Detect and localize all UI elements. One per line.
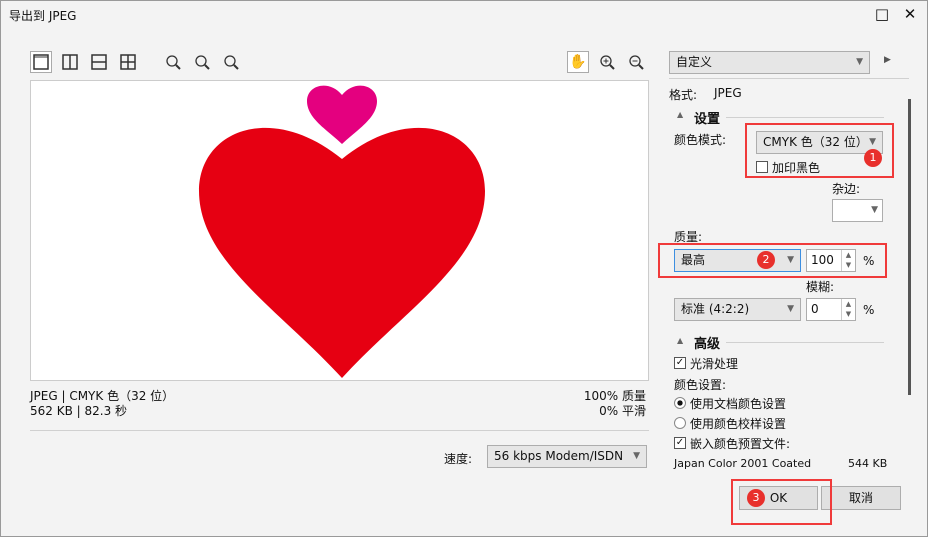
speed-dropdown[interactable]: 56 kbps Modem/ISDN ▼ <box>487 445 647 468</box>
smoothing-checkbox[interactable]: ✓ <box>674 357 686 369</box>
maximize-button[interactable]: □ <box>871 3 893 25</box>
collapse-advanced-icon[interactable]: ▲ <box>677 336 683 345</box>
zoom-1to1-icon[interactable] <box>191 51 213 73</box>
blur-percent: % <box>863 303 875 317</box>
annotation-box-3 <box>731 479 832 525</box>
subsampling-dropdown[interactable]: 标准 (4:2:2) ▼ <box>674 298 801 321</box>
single-view-icon[interactable] <box>30 51 52 73</box>
annotation-badge-2: 2 <box>757 251 775 269</box>
scrollbar[interactable] <box>908 99 911 395</box>
zoom-out-icon[interactable] <box>625 51 647 73</box>
window-title: 导出到 JPEG <box>9 9 77 23</box>
zoom-fit-icon[interactable] <box>162 51 184 73</box>
embed-profile-label: 嵌入颜色预置文件: <box>690 437 791 451</box>
profile-name: Japan Color 2001 Coated <box>674 457 812 470</box>
preset-dropdown[interactable]: 自定义 ▼ <box>669 51 870 74</box>
annotation-badge-3: 3 <box>747 489 765 507</box>
annotation-badge-1: 1 <box>864 149 882 167</box>
image-preview[interactable] <box>30 80 649 381</box>
use-proof-radio[interactable] <box>674 417 686 429</box>
pink-heart <box>307 85 377 144</box>
quad-view-icon[interactable] <box>117 51 139 73</box>
status-size-time: 562 KB | 82.3 秒 <box>30 404 128 418</box>
matte-color-picker[interactable]: ▼ <box>832 199 883 222</box>
blur-label: 模糊: <box>806 280 835 294</box>
profile-size: 544 KB <box>848 457 888 470</box>
settings-header: 设置 <box>694 112 721 127</box>
blur-value-input[interactable]: 0 ▲ ▼ <box>806 298 856 321</box>
expand-arrow-icon[interactable]: ▶ <box>884 55 891 65</box>
cancel-button[interactable]: 取消 <box>821 486 901 510</box>
pan-hand-icon[interactable]: ✋ <box>567 51 589 73</box>
color-settings-label: 颜色设置: <box>674 378 727 392</box>
use-document-label: 使用文档颜色设置 <box>690 397 787 411</box>
split-vertical-icon[interactable] <box>59 51 81 73</box>
zoom-in-icon[interactable] <box>596 51 618 73</box>
color-mode-label: 颜色模式: <box>674 133 727 147</box>
use-document-radio[interactable] <box>674 397 686 409</box>
embed-profile-checkbox[interactable]: ✓ <box>674 437 686 449</box>
zoom-100-icon[interactable] <box>220 51 242 73</box>
format-label: 格式: <box>669 88 698 102</box>
speed-label: 速度: <box>444 452 473 466</box>
collapse-settings-icon[interactable]: ▲ <box>677 110 683 119</box>
advanced-header: 高级 <box>694 337 721 352</box>
red-heart <box>199 127 485 378</box>
close-button[interactable]: ✕ <box>899 3 921 25</box>
format-value: JPEG <box>714 86 742 100</box>
matte-label: 杂边: <box>832 182 861 196</box>
use-proof-label: 使用颜色校样设置 <box>690 417 787 431</box>
split-horizontal-icon[interactable] <box>88 51 110 73</box>
status-smoothing: 0% 平滑 <box>599 404 646 418</box>
smoothing-label: 光滑处理 <box>690 357 739 371</box>
